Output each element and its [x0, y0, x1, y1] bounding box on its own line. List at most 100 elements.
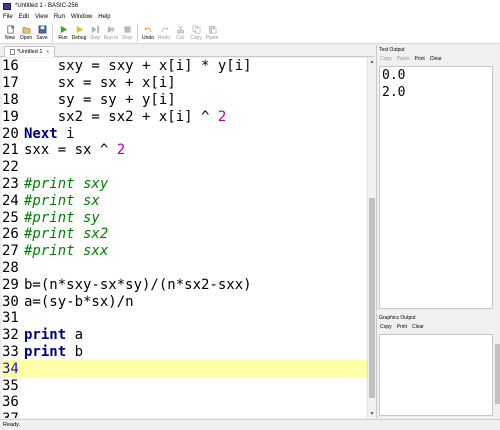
redo-button[interactable]: Redo — [156, 22, 172, 44]
document-icon — [10, 49, 15, 55]
line-number: 22 — [2, 159, 19, 176]
output-line: 0.0 — [382, 68, 406, 83]
graphics-vertical-scrollbar[interactable] — [494, 334, 500, 416]
code-line[interactable]: 27 #print sxx — [2, 243, 367, 260]
code-line[interactable]: 36 — [2, 394, 367, 411]
run-button[interactable]: Run — [55, 22, 71, 44]
status-text: Ready. — [3, 422, 21, 428]
code-line[interactable]: 29 b=(n*sxy-sx*sy)/(n*sx2-sxx) — [2, 276, 367, 293]
text-output-copy-button[interactable]: Copy — [380, 56, 392, 62]
graphics-output-clear-button[interactable]: Clear — [412, 324, 424, 330]
menu-run[interactable]: Run — [51, 14, 68, 20]
tab-close-icon[interactable]: x — [46, 49, 49, 55]
graphics-canvas[interactable] — [379, 334, 493, 416]
run-icon — [60, 25, 67, 34]
graphics-output-copy-button[interactable]: Copy — [380, 324, 392, 330]
text-output-paste-button[interactable]: Paste — [397, 56, 410, 62]
copy-button[interactable]: Copy — [188, 22, 204, 44]
code-text: b=(n*sxy-sx*sy)/(n*sx2-sxx) — [24, 277, 252, 293]
code-text: sxy = sxy + x[i] * y[i] — [24, 58, 252, 74]
text-output-toolbar: Copy Paste Print Clear — [377, 54, 500, 63]
code-line[interactable]: 19 sx2 = sx2 + x[i] ^ 2 — [2, 108, 367, 125]
line-number: 26 — [2, 226, 19, 243]
menu-window[interactable]: Window — [68, 14, 95, 20]
title-bar: *Untitled 1 - BASIC-256 — [0, 0, 500, 12]
line-number: 36 — [2, 394, 19, 411]
line-number: 27 — [2, 243, 19, 260]
code-editor[interactable]: 16 sxy = sxy + x[i] * y[i] 17 sx = sx + x… — [2, 58, 367, 418]
step-button[interactable]: Step — [87, 22, 103, 44]
text-output-scrollbar[interactable] — [494, 66, 500, 309]
status-bar: Ready. — [0, 419, 500, 430]
app-icon — [3, 2, 11, 10]
paste-button-label: Paste — [205, 35, 219, 41]
graphics-output-title: Graphics Output — [379, 314, 416, 321]
save-icon — [38, 25, 46, 34]
redo-icon — [161, 26, 169, 33]
toolbar-separator — [52, 24, 53, 42]
code-token: sxx = sx ^ — [24, 142, 117, 159]
code-text: print a — [24, 327, 83, 343]
code-token: sxy = sxy + x[i] * y[i] — [24, 58, 252, 75]
code-line[interactable]: 21 sxx = sx ^ 2 — [2, 142, 367, 159]
code-line[interactable]: 20 Next i — [2, 125, 367, 142]
tab-untitled-1[interactable]: *Untitled 1 x — [4, 46, 55, 57]
code-line-current[interactable]: 34 — [2, 360, 367, 378]
code-line[interactable]: 31 — [2, 310, 367, 327]
code-line[interactable]: 26 #print sx2 — [2, 226, 367, 243]
editor-vertical-scrollbar[interactable]: ▲ ▼ — [367, 58, 375, 418]
scroll-down-arrow-icon[interactable]: ▼ — [369, 411, 375, 417]
stop-button[interactable]: Stop — [119, 22, 135, 44]
save-button[interactable]: Save — [34, 22, 50, 44]
code-line[interactable]: 28 — [2, 260, 367, 277]
graphics-output-print-button[interactable]: Print — [397, 324, 407, 330]
code-text: #print sx2 — [24, 226, 108, 242]
scroll-up-arrow-icon[interactable]: ▲ — [369, 59, 375, 65]
menu-edit[interactable]: Edit — [16, 14, 32, 20]
menu-view[interactable]: View — [32, 14, 51, 20]
text-output-print-button[interactable]: Print — [414, 56, 424, 62]
code-line[interactable]: 17 sx = sx + x[i] — [2, 75, 367, 92]
paste-button[interactable]: Paste — [204, 22, 220, 44]
code-line[interactable]: 35 — [2, 377, 367, 394]
open-button[interactable]: Open — [18, 22, 34, 44]
tab-label: *Untitled 1 — [17, 49, 43, 55]
code-line[interactable]: 32 print a — [2, 327, 367, 344]
comment-token: #print sxy — [24, 175, 109, 192]
undo-icon — [143, 26, 151, 33]
comment-token: #print sy — [24, 209, 100, 226]
code-line[interactable]: 22 — [2, 159, 367, 176]
run-to-button-label: Run to — [103, 35, 119, 41]
code-text: #print sy — [24, 210, 100, 226]
debug-button[interactable]: Debug — [71, 22, 87, 44]
code-line[interactable]: 30 a=(sy-b*sx)/n — [2, 293, 367, 310]
comment-token: #print sx2 — [24, 226, 109, 243]
text-output-area[interactable]: 0.0 2.0 — [379, 66, 493, 309]
editor-scroll-thumb[interactable] — [369, 198, 375, 398]
line-number: 28 — [2, 259, 19, 276]
editor-tab-bar: *Untitled 1 x — [0, 44, 374, 57]
line-number: 30 — [2, 293, 19, 310]
run-to-button[interactable]: Run to — [103, 22, 119, 44]
text-output-clear-button[interactable]: Clear — [430, 56, 442, 62]
number-token: 2 — [217, 108, 227, 125]
line-number: 18 — [2, 91, 19, 108]
cut-button[interactable]: Cut — [172, 22, 188, 44]
line-number: 32 — [2, 327, 19, 344]
line-number: 25 — [2, 209, 19, 226]
new-button[interactable]: New — [2, 22, 18, 44]
code-text: print b — [24, 344, 83, 360]
menu-help[interactable]: Help — [95, 14, 113, 20]
code-text: Next i — [24, 126, 75, 142]
menu-file[interactable]: File — [0, 14, 16, 20]
code-line[interactable]: 16 sxy = sxy + x[i] * y[i] — [2, 58, 367, 75]
code-line[interactable]: 18 sy = sy + y[i] — [2, 92, 367, 109]
code-line[interactable]: 37 — [2, 411, 367, 418]
code-line[interactable]: 24 #print sx — [2, 192, 367, 209]
code-line[interactable]: 25 #print sy — [2, 209, 367, 226]
code-line[interactable]: 33 print b — [2, 344, 367, 361]
code-line[interactable]: 23 #print sxy — [2, 176, 367, 193]
code-token: sy = sy + y[i] — [24, 91, 176, 108]
graphics-scroll-thumb[interactable] — [495, 344, 500, 404]
undo-button[interactable]: Undo — [140, 22, 156, 44]
